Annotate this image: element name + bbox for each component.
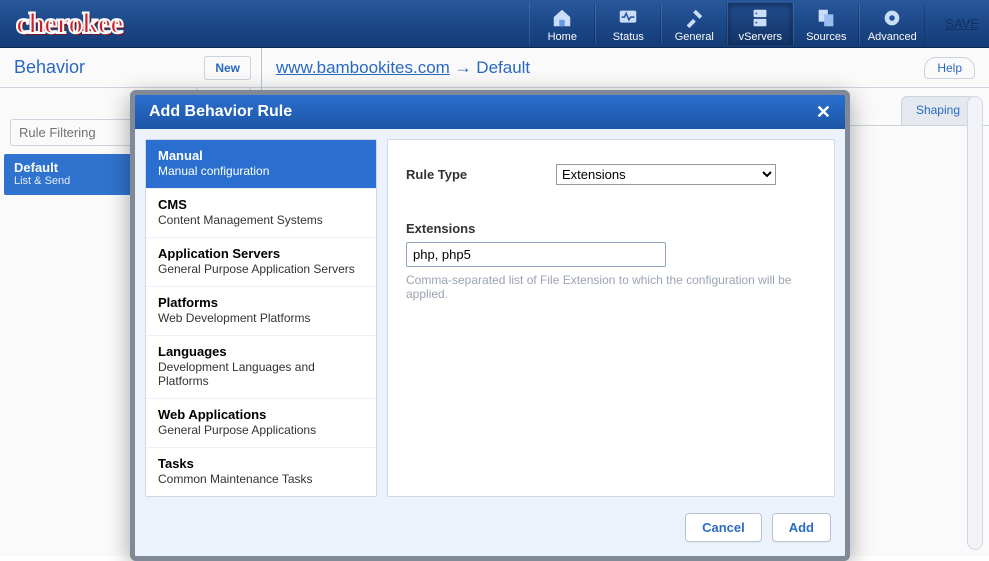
category-desc: General Purpose Application Servers bbox=[158, 262, 364, 276]
modal-title-text: Add Behavior Rule bbox=[149, 103, 292, 121]
category-desc: General Purpose Applications bbox=[158, 423, 364, 437]
category-desc: Development Languages and Platforms bbox=[158, 360, 364, 388]
rule-type-row: Rule Type Extensions bbox=[406, 164, 816, 185]
category-desc: Web Development Platforms bbox=[158, 311, 364, 325]
category-app-servers[interactable]: Application Servers General Purpose Appl… bbox=[146, 238, 376, 287]
category-name: Application Servers bbox=[158, 246, 364, 261]
category-desc: Content Management Systems bbox=[158, 213, 364, 227]
modal-body: Manual Manual configuration CMS Content … bbox=[135, 129, 845, 507]
extensions-label: Extensions bbox=[406, 221, 816, 236]
category-name: Languages bbox=[158, 344, 364, 359]
category-platforms[interactable]: Platforms Web Development Platforms bbox=[146, 287, 376, 336]
category-languages[interactable]: Languages Development Languages and Plat… bbox=[146, 336, 376, 399]
form-panel: Rule Type Extensions Extensions Comma-se… bbox=[387, 139, 835, 497]
modal-footer: Cancel Add bbox=[135, 507, 845, 556]
category-desc: Common Maintenance Tasks bbox=[158, 472, 364, 486]
modal-titlebar: Add Behavior Rule ✕ bbox=[135, 95, 845, 129]
category-name: Tasks bbox=[158, 456, 364, 471]
add-button[interactable]: Add bbox=[772, 513, 831, 542]
rule-type-select[interactable]: Extensions bbox=[556, 164, 776, 185]
category-panel: Manual Manual configuration CMS Content … bbox=[145, 139, 377, 497]
category-name: Platforms bbox=[158, 295, 364, 310]
category-name: Manual bbox=[158, 148, 364, 163]
category-cms[interactable]: CMS Content Management Systems bbox=[146, 189, 376, 238]
cancel-button[interactable]: Cancel bbox=[685, 513, 762, 542]
close-icon[interactable]: ✕ bbox=[816, 103, 831, 121]
add-behavior-modal: Add Behavior Rule ✕ Manual Manual config… bbox=[130, 90, 850, 561]
extensions-hint: Comma-separated list of File Extension t… bbox=[406, 273, 816, 301]
category-name: CMS bbox=[158, 197, 364, 212]
extensions-block: Extensions Comma-separated list of File … bbox=[406, 221, 816, 301]
extensions-input[interactable] bbox=[406, 242, 666, 267]
category-tasks[interactable]: Tasks Common Maintenance Tasks bbox=[146, 448, 376, 496]
category-web-apps[interactable]: Web Applications General Purpose Applica… bbox=[146, 399, 376, 448]
category-name: Web Applications bbox=[158, 407, 364, 422]
rule-type-label: Rule Type bbox=[406, 167, 556, 182]
category-manual[interactable]: Manual Manual configuration bbox=[146, 140, 376, 189]
category-desc: Manual configuration bbox=[158, 164, 364, 178]
